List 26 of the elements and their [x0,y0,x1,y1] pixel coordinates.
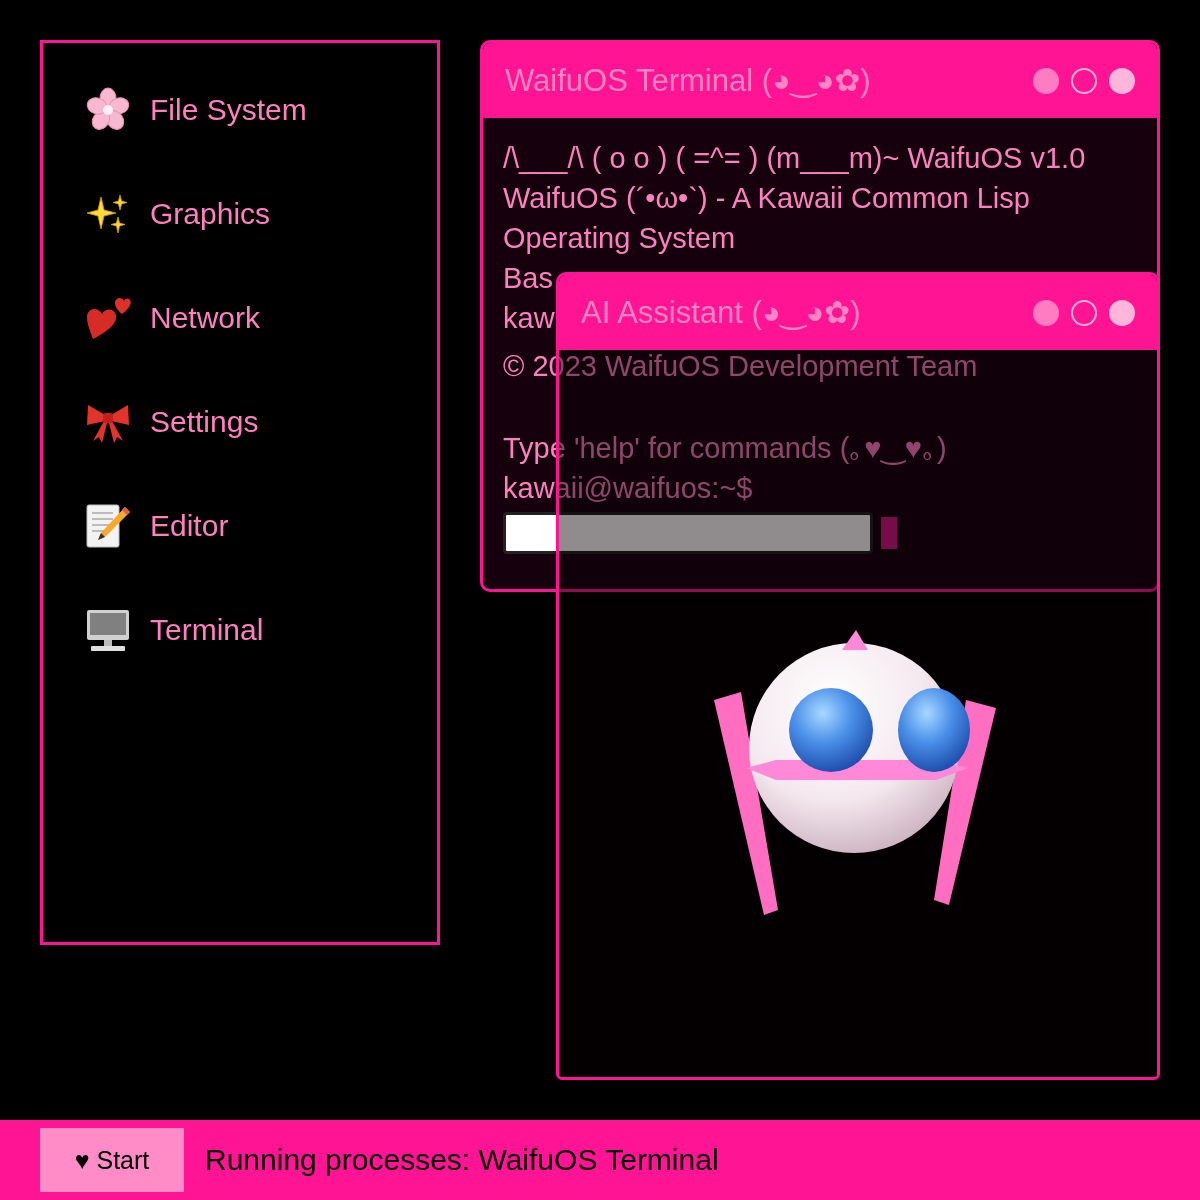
window-title: AI Assistant (◕‿◕✿) [581,294,861,331]
sidebar-item[interactable]: File System [43,58,307,162]
terminal-line: /\___/\ ( o o ) ( =^= ) (m___m)~ WaifuOS v1.0 [503,141,1086,176]
sidebar-item[interactable]: Network [43,266,261,370]
terminal-line: WaifuOS (´•ω•`) - A Kawaii Common Lisp Operating System [503,181,1031,256]
computer-icon [85,607,131,653]
minimize-button[interactable] [1033,67,1059,94]
close-button[interactable] [1109,67,1135,94]
start-button[interactable]: ♥ Start [40,1128,184,1192]
window-title: WaifuOS Terminal (◕‿◕✿) [505,62,871,99]
close-button[interactable] [1109,299,1135,326]
maximize-button[interactable] [1071,299,1097,326]
sidebar-item[interactable]: Editor [43,474,229,578]
blossom-icon [85,87,131,133]
maximize-button[interactable] [1071,67,1097,94]
cursor-block [881,517,897,549]
sidebar-item[interactable]: Settings [43,370,259,474]
terminal-line: kaw [503,301,555,336]
command-input[interactable] [503,512,873,554]
minimize-button[interactable] [1033,299,1059,326]
memo-icon [85,503,131,549]
sidebar-item[interactable]: Terminal [43,578,264,682]
hearts-icon [85,295,131,341]
sidebar-item[interactable]: Graphics [43,162,271,266]
running-processes-text: Running processes: WaifuOS Terminal [205,1143,719,1177]
terminal-line: Bas [503,261,553,296]
